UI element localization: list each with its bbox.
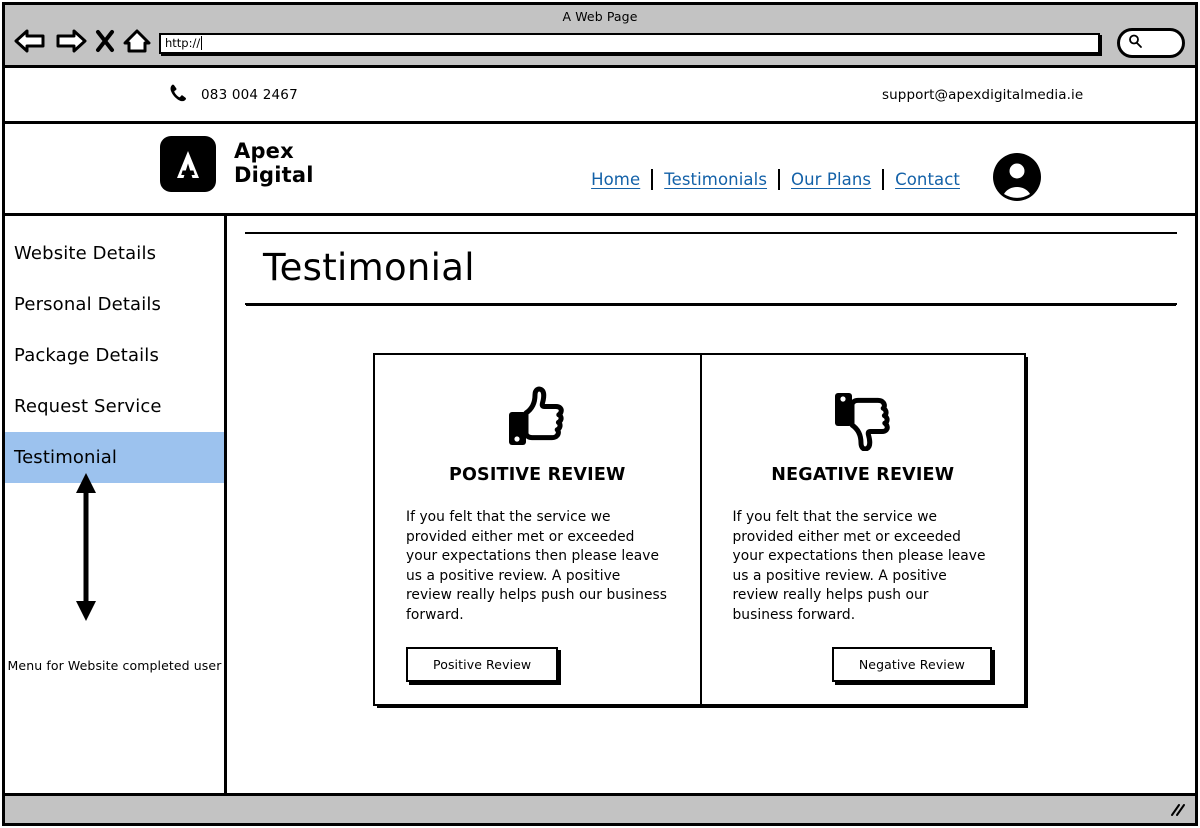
resize-grip-icon[interactable] [1168, 802, 1186, 822]
main-navigation: Home Testimonials Our Plans Contact [580, 151, 1043, 207]
user-avatar-icon[interactable] [991, 151, 1043, 207]
sidebar-item-personal-details[interactable]: Personal Details [5, 279, 224, 330]
brand-name-line2: Digital [234, 163, 314, 187]
negative-review-button[interactable]: Negative Review [831, 647, 992, 683]
brand-name: Apex Digital [234, 140, 314, 187]
back-arrow-icon[interactable] [13, 28, 47, 58]
site-header: Apex Digital Home Testimonials Our Plans… [5, 124, 1195, 216]
url-input[interactable]: http:// [159, 32, 1100, 54]
search-icon [1127, 33, 1143, 53]
negative-review-card: NEGATIVE REVIEW If you felt that the ser… [699, 355, 1025, 705]
nav-link-our-plans[interactable]: Our Plans [780, 170, 882, 189]
phone-number: 083 004 2467 [201, 86, 298, 103]
email-address[interactable]: support@apexdigitalmedia.ie [882, 87, 1083, 103]
browser-search-box[interactable] [1117, 28, 1185, 58]
browser-toolbar: http:// [5, 24, 1195, 62]
review-cards-row: POSITIVE REVIEW If you felt that the ser… [373, 353, 1026, 707]
apex-logo-icon [160, 136, 216, 192]
thumbs-up-icon [506, 385, 568, 451]
browser-window-title: A Web Page [562, 9, 638, 24]
nav-link-contact[interactable]: Contact [884, 170, 971, 189]
page-title: Testimonial [263, 246, 475, 289]
main-content: Testimonial POSITIVE REVIEW If you felt … [227, 216, 1195, 793]
nav-link-testimonials[interactable]: Testimonials [653, 170, 778, 189]
sidebar-item-package-details[interactable]: Package Details [5, 330, 224, 381]
thumbs-down-icon [832, 385, 894, 451]
double-headed-vertical-arrow-icon [68, 471, 104, 627]
browser-window: A Web Page http:// 083 004 2467 support@… [2, 2, 1198, 826]
positive-review-card: POSITIVE REVIEW If you felt that the ser… [375, 355, 700, 704]
negative-review-text: If you felt that the service we provided… [732, 509, 986, 623]
phone-icon [168, 82, 190, 108]
forward-arrow-icon[interactable] [54, 28, 88, 58]
nav-link-home[interactable]: Home [580, 170, 651, 189]
negative-review-title: NEGATIVE REVIEW [771, 465, 955, 485]
positive-review-button[interactable]: Positive Review [406, 647, 559, 683]
brand-logo-group[interactable]: Apex Digital [160, 136, 314, 192]
sidebar-item-request-service[interactable]: Request Service [5, 381, 224, 432]
close-x-icon[interactable] [95, 28, 115, 58]
browser-chrome: A Web Page http:// [5, 5, 1195, 68]
page-body: 083 004 2467 support@apexdigitalmedia.ie… [5, 68, 1195, 823]
page-heading-block: Testimonial [245, 232, 1177, 305]
sidebar-item-website-details[interactable]: Website Details [5, 228, 224, 279]
content-region: Website Details Personal Details Package… [5, 216, 1195, 793]
sidebar-caption: Menu for Website completed user [7, 658, 222, 673]
sidebar-item-testimonial[interactable]: Testimonial [5, 432, 224, 483]
status-bar [5, 793, 1195, 823]
positive-review-text: If you felt that the service we provided… [406, 509, 667, 623]
home-icon[interactable] [122, 28, 152, 58]
sidebar: Website Details Personal Details Package… [5, 216, 227, 793]
phone-contact[interactable]: 083 004 2467 [168, 82, 298, 108]
top-contact-bar: 083 004 2467 support@apexdigitalmedia.ie [5, 68, 1195, 124]
positive-review-title: POSITIVE REVIEW [448, 465, 626, 485]
url-text: http:// [165, 36, 203, 50]
brand-name-line1: Apex [234, 139, 294, 164]
